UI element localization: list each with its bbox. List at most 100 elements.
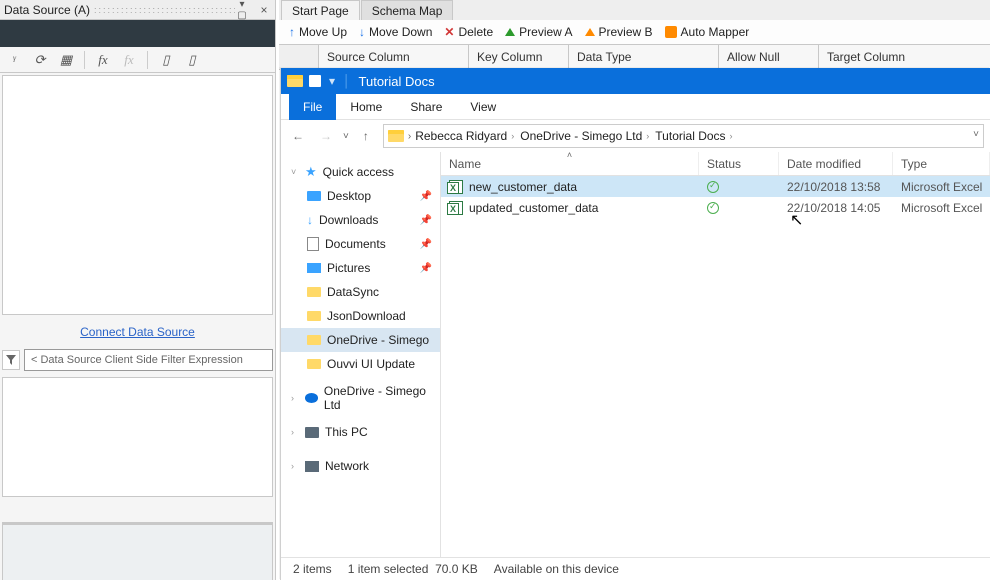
nav-back-button[interactable]: ← — [287, 125, 309, 147]
explorer-file-list: ˄ Name Status Date modified Type new_cust… — [441, 152, 990, 557]
explorer-title-bar[interactable]: ▾ │ Tutorial Docs — [281, 68, 990, 94]
pin-icon[interactable]: ▾ ▢ — [235, 0, 249, 21]
desktop-icon — [307, 191, 321, 201]
schema-col-key[interactable]: Key Column — [469, 45, 569, 69]
left-title-dots: ::::::::::::::::::::::::::::::::::::::::… — [90, 5, 235, 15]
network-icon — [305, 461, 319, 472]
schema-col-allownull[interactable]: Allow Null — [719, 45, 819, 69]
nav-downloads[interactable]: ↓Downloads📌 — [281, 208, 440, 232]
col-name-label: Name — [449, 157, 481, 171]
ribbon-tab-share[interactable]: Share — [396, 94, 456, 120]
nav-documents[interactable]: Documents 📌 — [281, 232, 440, 256]
col-name[interactable]: ˄ Name — [441, 152, 699, 175]
preview-a-icon — [505, 28, 515, 36]
auto-mapper-button[interactable]: Auto Mapper — [661, 25, 754, 39]
overlap-icon — [309, 75, 321, 87]
address-root-chevron[interactable]: › — [408, 131, 411, 142]
tab-schema-map[interactable]: Schema Map — [361, 0, 454, 20]
delete-label: Delete — [458, 25, 493, 39]
nav-pictures-label: Pictures — [327, 261, 370, 275]
nav-onedrive-simego[interactable]: OneDrive - Simego — [281, 328, 440, 352]
nav-up-button[interactable]: ↑ — [355, 125, 377, 147]
doc-icon-1[interactable]: ▯ — [158, 52, 174, 68]
nav-history-chevron[interactable]: ˅ — [343, 131, 349, 142]
nav-ouvvi[interactable]: Ouvvi UI Update — [281, 352, 440, 376]
ribbon-tab-file[interactable]: File — [289, 94, 336, 120]
file-list-header: ˄ Name Status Date modified Type — [441, 152, 990, 176]
schema-col-datatype[interactable]: Data Type — [569, 45, 719, 69]
document-tabs: Start Page Schema Map — [279, 0, 990, 20]
thispc-icon — [305, 427, 319, 438]
close-icon[interactable]: × — [257, 3, 271, 17]
fx-icon[interactable]: fx — [95, 52, 111, 68]
col-type[interactable]: Type — [893, 152, 990, 175]
explorer-sidebar: ˅ ★ Quick access Desktop📌 ↓Downloads📌 Do… — [281, 152, 441, 557]
breadcrumb-3[interactable]: Tutorial Docs› — [655, 129, 734, 143]
address-folder-icon — [388, 130, 404, 142]
pin-icon: 📌 — [420, 239, 432, 250]
nav-desktop-label: Desktop — [327, 189, 371, 203]
chevron-right-icon: › — [728, 131, 735, 141]
address-bar[interactable]: › Rebecca Ridyard› OneDrive - Simego Ltd… — [383, 124, 984, 148]
file-type: Microsoft Excel — [893, 201, 990, 215]
left-pane: Data Source (A) ::::::::::::::::::::::::… — [0, 0, 276, 580]
nav-datasync[interactable]: DataSync — [281, 280, 440, 304]
nav-onedrive-root[interactable]: ›OneDrive - Simego Ltd — [281, 386, 440, 410]
folder-icon — [307, 335, 321, 345]
preview-b-button[interactable]: Preview B — [581, 25, 657, 39]
chevron-right-icon: › — [644, 131, 651, 141]
tab-start-page[interactable]: Start Page — [281, 0, 360, 20]
preview-b-label: Preview B — [599, 25, 653, 39]
filter-funnel-icon[interactable] — [2, 350, 20, 370]
delete-button[interactable]: ✕Delete — [440, 25, 497, 39]
move-up-label: Move Up — [299, 25, 347, 39]
move-down-button[interactable]: ↓Move Down — [355, 25, 436, 39]
file-row[interactable]: new_customer_data22/10/2018 13:58Microso… — [441, 176, 990, 197]
nav-network-label: Network — [325, 459, 369, 473]
preview-a-button[interactable]: Preview A — [501, 25, 576, 39]
file-row[interactable]: updated_customer_data22/10/2018 14:05Mic… — [441, 197, 990, 218]
breadcrumb-2-label: OneDrive - Simego Ltd — [520, 129, 642, 143]
title-chevron-icon[interactable]: ▾ — [329, 74, 335, 88]
excel-file-icon — [449, 201, 463, 215]
ribbon-tab-view[interactable]: View — [456, 94, 510, 120]
nav-network[interactable]: › Network — [281, 454, 440, 478]
chevron-right-icon: › — [291, 461, 299, 471]
explorer-nav-bar: ← → ˅ ↑ › Rebecca Ridyard› OneDrive - Si… — [281, 120, 990, 152]
doc-icon-2[interactable]: ▯ — [184, 52, 200, 68]
sort-indicator-icon: ˄ — [567, 150, 572, 160]
breadcrumb-1[interactable]: Rebecca Ridyard› — [415, 129, 516, 143]
chevron-down-icon: ˅ — [291, 167, 299, 177]
move-up-button[interactable]: ↑Move Up — [285, 25, 351, 39]
explorer-status-bar: 2 items 1 item selected 70.0 KB Availabl… — [281, 557, 990, 580]
refresh-icon[interactable]: ⟳ — [32, 52, 48, 68]
breadcrumb-2[interactable]: OneDrive - Simego Ltd› — [520, 129, 651, 143]
left-title-text: Data Source (A) — [4, 3, 90, 17]
nav-onedrive-simego-label: OneDrive - Simego — [327, 333, 429, 347]
explorer-body: ˅ ★ Quick access Desktop📌 ↓Downloads📌 Do… — [281, 152, 990, 557]
nav-jsondownload[interactable]: JsonDownload — [281, 304, 440, 328]
connect-data-source-link[interactable]: Connect Data Source — [0, 321, 275, 343]
nav-thispc[interactable]: ›This PC — [281, 420, 440, 444]
filter-expression-input[interactable]: < Data Source Client Side Filter Express… — [24, 349, 273, 371]
grid-icon[interactable]: ▦ — [58, 52, 74, 68]
pin-icon: 📌 — [420, 215, 432, 226]
left-bottom-panel — [2, 522, 273, 580]
address-chevron-end[interactable]: ˅ — [973, 129, 979, 140]
nav-pictures[interactable]: Pictures📌 — [281, 256, 440, 280]
schema-col-source[interactable]: Source Column — [319, 45, 469, 69]
nav-documents-label: Documents — [325, 237, 386, 251]
ribbon-tab-home[interactable]: Home — [336, 94, 396, 120]
col-status[interactable]: Status — [699, 152, 779, 175]
col-date[interactable]: Date modified — [779, 152, 893, 175]
nav-desktop[interactable]: Desktop📌 — [281, 184, 440, 208]
schema-col-target[interactable]: Target Column — [819, 45, 990, 69]
left-title-bar: Data Source (A) ::::::::::::::::::::::::… — [0, 0, 275, 20]
pictures-icon — [307, 263, 321, 273]
tb-icon-1[interactable]: ᵞ — [6, 52, 22, 68]
nav-quick-access[interactable]: ˅ ★ Quick access — [281, 160, 440, 184]
schema-map-headers: Source Column Key Column Data Type Allow… — [279, 45, 990, 70]
breadcrumb-3-label: Tutorial Docs — [655, 129, 725, 143]
star-icon: ★ — [305, 164, 317, 180]
breadcrumb-1-label: Rebecca Ridyard — [415, 129, 507, 143]
